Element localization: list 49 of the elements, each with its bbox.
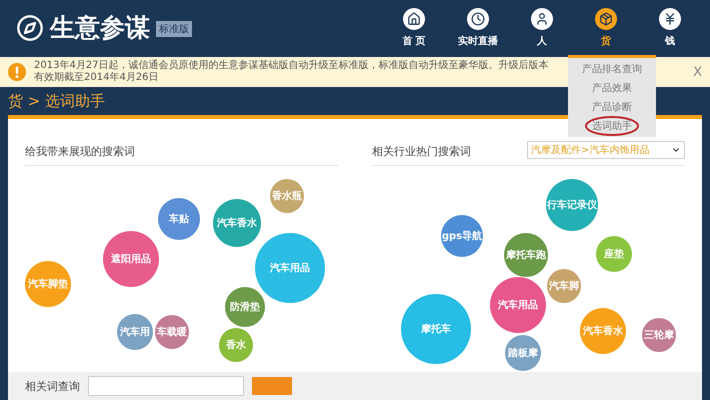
keyword-bubble[interactable]: gps导航 [441,215,483,257]
keyword-bubble[interactable]: 汽车用品 [255,233,325,303]
nav-label: 钱 [665,34,675,48]
notice-text: 2013年4月27日起，诚信通会员原使用的生意参谋基础版自动升级至标准版，标准版自动升级至豪华版。升级后版本有效期截至2014年4月26日 [34,60,549,84]
keyword-bubble[interactable]: 汽车香水 [213,199,261,247]
keyword-bubble[interactable]: 汽车香水 [580,308,626,354]
edition-badge: 标准版 [156,21,192,37]
menu-item[interactable]: 产品诊断 [585,96,639,116]
category-select[interactable]: 汽摩及配件>汽车内饰用品 [527,141,685,159]
nav-label: 货 [601,34,611,48]
panel-title: 给我带来展现的搜索词 [25,144,135,159]
keyword-bubble[interactable]: 香水 [219,328,253,362]
keyword-bubble[interactable]: 香水瓶 [270,179,304,213]
menu-item[interactable]: 选词助手 [585,116,639,136]
keyword-bubble[interactable]: 汽车脚 [547,269,581,303]
keyword-bubble[interactable]: 踏板摩 [505,335,541,371]
keyword-bubble[interactable]: 行车记录仪 [546,179,598,231]
query-field[interactable] [88,376,244,396]
nav-tab[interactable]: 钱 [642,8,698,48]
breadcrumb: 货 > 选词助手 [8,92,106,110]
panel-title: 相关行业热门搜索词 [372,144,471,159]
logo-compass-icon [16,14,44,42]
keyword-bubble[interactable]: 车载暖 [155,315,189,349]
nav-label: 首 页 [402,34,426,48]
nav-tab[interactable]: 首 页 [386,8,442,48]
keyword-bubble[interactable]: 三轮摩 [642,318,676,352]
nav-tab[interactable]: 货 [578,8,634,48]
people-icon [531,8,553,30]
keyword-bubble[interactable]: 汽车用品 [490,277,546,333]
menu-item[interactable]: 产品效果 [585,78,639,98]
warning-icon [8,63,26,81]
keyword-bubble[interactable]: 摩托车跑 [504,233,548,277]
home-icon [403,8,425,30]
keyword-bubble[interactable]: 汽车用 [117,314,153,350]
nav-tab[interactable]: 实时直播 [450,8,506,48]
keyword-bubble[interactable]: 汽车脚垫 [25,261,71,307]
nav-label: 实时直播 [458,34,498,48]
keyword-bubble[interactable]: 遮阳用品 [103,231,159,287]
nav-label: 人 [537,34,547,48]
menu-item[interactable]: 产品排名查询 [575,58,649,78]
keyword-bubble[interactable]: 摩托车 [401,294,471,364]
logo-text: 生意参谋 [50,12,150,44]
close-button[interactable]: X [693,64,702,80]
query-button[interactable] [252,377,292,395]
keyword-bubble[interactable]: 座垫 [596,236,632,272]
keyword-bubble[interactable]: 车贴 [158,198,200,240]
query-label: 相关词查询 [25,378,80,394]
keyword-bubble[interactable]: 防滑垫 [225,287,265,327]
nav-tab[interactable]: 人 [514,8,570,48]
